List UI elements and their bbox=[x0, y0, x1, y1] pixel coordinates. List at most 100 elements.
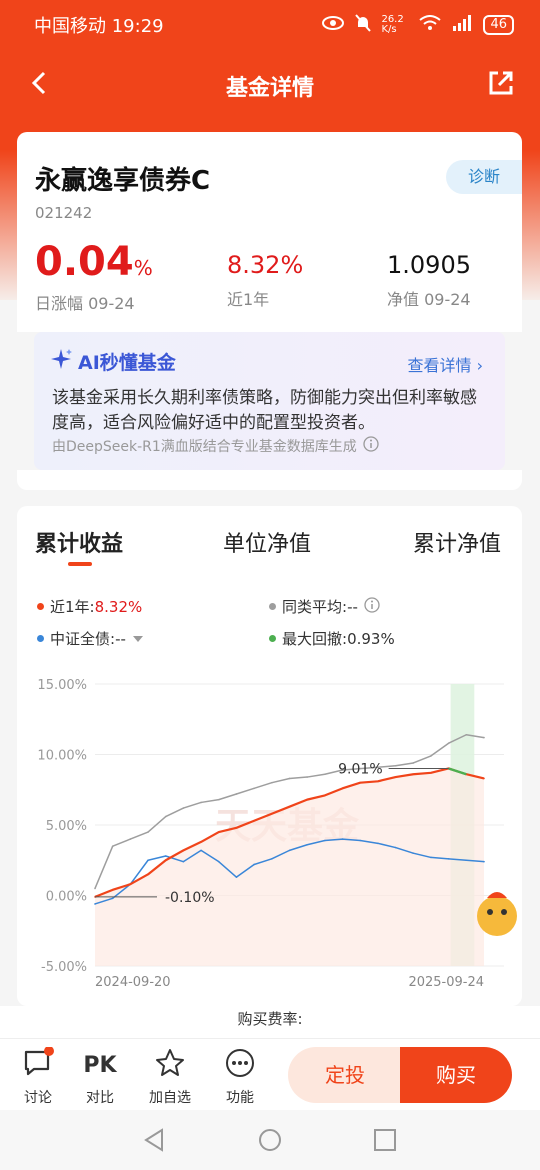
nav-back-triangle-icon[interactable] bbox=[142, 1128, 166, 1156]
series-point bbox=[359, 781, 362, 784]
year-return-label: 近1年 bbox=[227, 290, 270, 309]
daily-change-value: 0.04 bbox=[35, 239, 134, 285]
return-chart[interactable]: 15.00%10.00%5.00%0.00%-5.00%天天基金9.01%-0.… bbox=[17, 666, 522, 996]
y-tick-label: 15.00% bbox=[37, 678, 87, 693]
series-point bbox=[271, 781, 273, 784]
series-point bbox=[271, 858, 273, 860]
legend-peer-label: 同类平均: bbox=[282, 598, 348, 616]
series-point bbox=[200, 801, 202, 804]
discuss-label: 讨论 bbox=[24, 1090, 52, 1106]
y-tick-label: 5.00% bbox=[46, 819, 87, 834]
info-icon[interactable] bbox=[364, 596, 380, 617]
buy-button[interactable]: 购买 bbox=[400, 1047, 512, 1103]
mute-icon bbox=[355, 14, 372, 36]
series-point bbox=[394, 776, 397, 778]
mascot-eye bbox=[487, 909, 493, 915]
nav-home-circle-icon[interactable] bbox=[258, 1128, 282, 1156]
series-point bbox=[483, 736, 485, 739]
ai-source-text: 由DeepSeek-R1满血版结合专业基金数据库生成 bbox=[52, 439, 357, 455]
x-tick-label: 2024-09-20 bbox=[95, 975, 171, 990]
legend-peer-value: -- bbox=[347, 597, 358, 616]
tab-cumulative-nav[interactable]: 累计净值 bbox=[413, 526, 501, 558]
tab-unit-nav[interactable]: 单位净值 bbox=[223, 526, 311, 558]
series-point bbox=[182, 807, 185, 809]
series-point bbox=[147, 859, 149, 862]
series-point bbox=[217, 831, 220, 833]
series-point bbox=[164, 855, 167, 857]
chat-bubble-icon bbox=[22, 1046, 54, 1083]
series-point bbox=[111, 845, 114, 847]
mascot-crest bbox=[487, 892, 507, 898]
fund-info-card: 永赢逸享债券C 021242 诊断 0.04% 日涨幅 09-24 8.32% … bbox=[17, 132, 522, 330]
legend-drawdown-value: 0.93% bbox=[347, 629, 395, 648]
fund-code: 021242 bbox=[35, 204, 93, 222]
series-point bbox=[306, 776, 308, 778]
auto-invest-button[interactable]: 定投 bbox=[288, 1047, 402, 1103]
series-point bbox=[483, 860, 485, 863]
discuss-button[interactable]: 讨论 bbox=[10, 1046, 66, 1107]
legend-dot-index bbox=[37, 635, 44, 642]
y-tick-label: 0.00% bbox=[46, 890, 87, 905]
nav-stat: 1.0905 净值 09-24 bbox=[387, 250, 471, 310]
chart-tabs: 累计收益 单位净值 累计净值 bbox=[17, 526, 522, 566]
legend-dot-drawdown bbox=[269, 635, 276, 642]
nav-recent-square-icon[interactable] bbox=[373, 1128, 397, 1156]
tab-indicator bbox=[68, 562, 92, 566]
series-point bbox=[324, 794, 326, 797]
compare-label: 对比 bbox=[86, 1090, 114, 1106]
series-point bbox=[129, 883, 132, 886]
series-point bbox=[288, 849, 291, 852]
star-icon bbox=[155, 1048, 185, 1082]
series-point bbox=[465, 859, 468, 862]
series-point bbox=[217, 798, 220, 801]
legend-index-label: 中证全债: bbox=[50, 630, 116, 648]
share-icon[interactable] bbox=[486, 68, 516, 98]
wifi-icon bbox=[419, 15, 442, 35]
ai-summary-card[interactable]: AI秒懂基金 查看详情 › 该基金采用长久期利率债策略，防御能力突出但利率敏感度… bbox=[34, 332, 505, 470]
series-point bbox=[306, 798, 308, 801]
mascot-eye bbox=[501, 909, 507, 915]
legend-index[interactable]: 中证全债: -- bbox=[37, 628, 144, 649]
max-annotation: 9.01% bbox=[338, 761, 382, 777]
daily-change-unit: % bbox=[133, 256, 153, 280]
ai-more-link[interactable]: 查看详情 › bbox=[408, 352, 484, 376]
series-point bbox=[182, 860, 185, 863]
legend-fund-value: 8.32% bbox=[94, 597, 143, 616]
ai-summary-text: 该基金采用长久期利率债策略，防御能力突出但利率敏感度高，适合风险偏好适中的配置型… bbox=[52, 388, 477, 433]
info-icon[interactable] bbox=[363, 436, 379, 456]
series-point bbox=[483, 777, 485, 780]
series-point bbox=[164, 859, 167, 862]
legend-peer: 同类平均: -- bbox=[269, 596, 380, 617]
nav-bar: 基金详情 bbox=[0, 58, 540, 108]
function-button[interactable]: 功能 bbox=[212, 1049, 268, 1107]
series-point bbox=[129, 838, 132, 840]
series-point bbox=[412, 773, 415, 776]
mascot-icon bbox=[477, 896, 517, 936]
diagnose-button[interactable]: 诊断 bbox=[446, 160, 522, 194]
system-nav-bar bbox=[0, 1110, 540, 1170]
legend-drawdown: 最大回撤: 0.93% bbox=[269, 628, 395, 649]
legend-dot-fund bbox=[37, 603, 44, 610]
series-point bbox=[447, 742, 450, 745]
chart-card: 累计收益 单位净值 累计净值 近1年: 8.32% 同类平均: -- 中证全债: --… bbox=[17, 506, 522, 1006]
compare-button[interactable]: PK 对比 bbox=[72, 1049, 128, 1107]
bottom-action-bar: 讨论 PK 对比 加自选 功能 定投 购买 bbox=[0, 1038, 540, 1110]
add-watchlist-button[interactable]: 加自选 bbox=[142, 1049, 198, 1107]
tab-cumulative-return[interactable]: 累计收益 bbox=[35, 526, 123, 558]
more-dots-icon bbox=[225, 1048, 255, 1082]
eye-icon bbox=[321, 15, 345, 35]
status-bar: 中国移动 19:29 26.2 K/s 46 bbox=[34, 10, 514, 40]
page-title: 基金详情 bbox=[225, 76, 314, 101]
dropdown-triangle-icon[interactable] bbox=[132, 630, 144, 648]
legend-fund: 近1年: 8.32% bbox=[37, 596, 142, 617]
series-point bbox=[217, 860, 220, 863]
series-point bbox=[253, 863, 255, 866]
series-point bbox=[111, 889, 114, 891]
daily-change-label: 日涨幅 09-24 bbox=[35, 294, 135, 313]
daily-change-stat: 0.04% 日涨幅 09-24 bbox=[35, 242, 153, 314]
series-point bbox=[288, 777, 291, 780]
series-point bbox=[394, 846, 397, 849]
ai-card-top bbox=[17, 318, 522, 332]
series-point bbox=[253, 819, 255, 822]
legend-fund-label: 近1年: bbox=[50, 598, 95, 616]
